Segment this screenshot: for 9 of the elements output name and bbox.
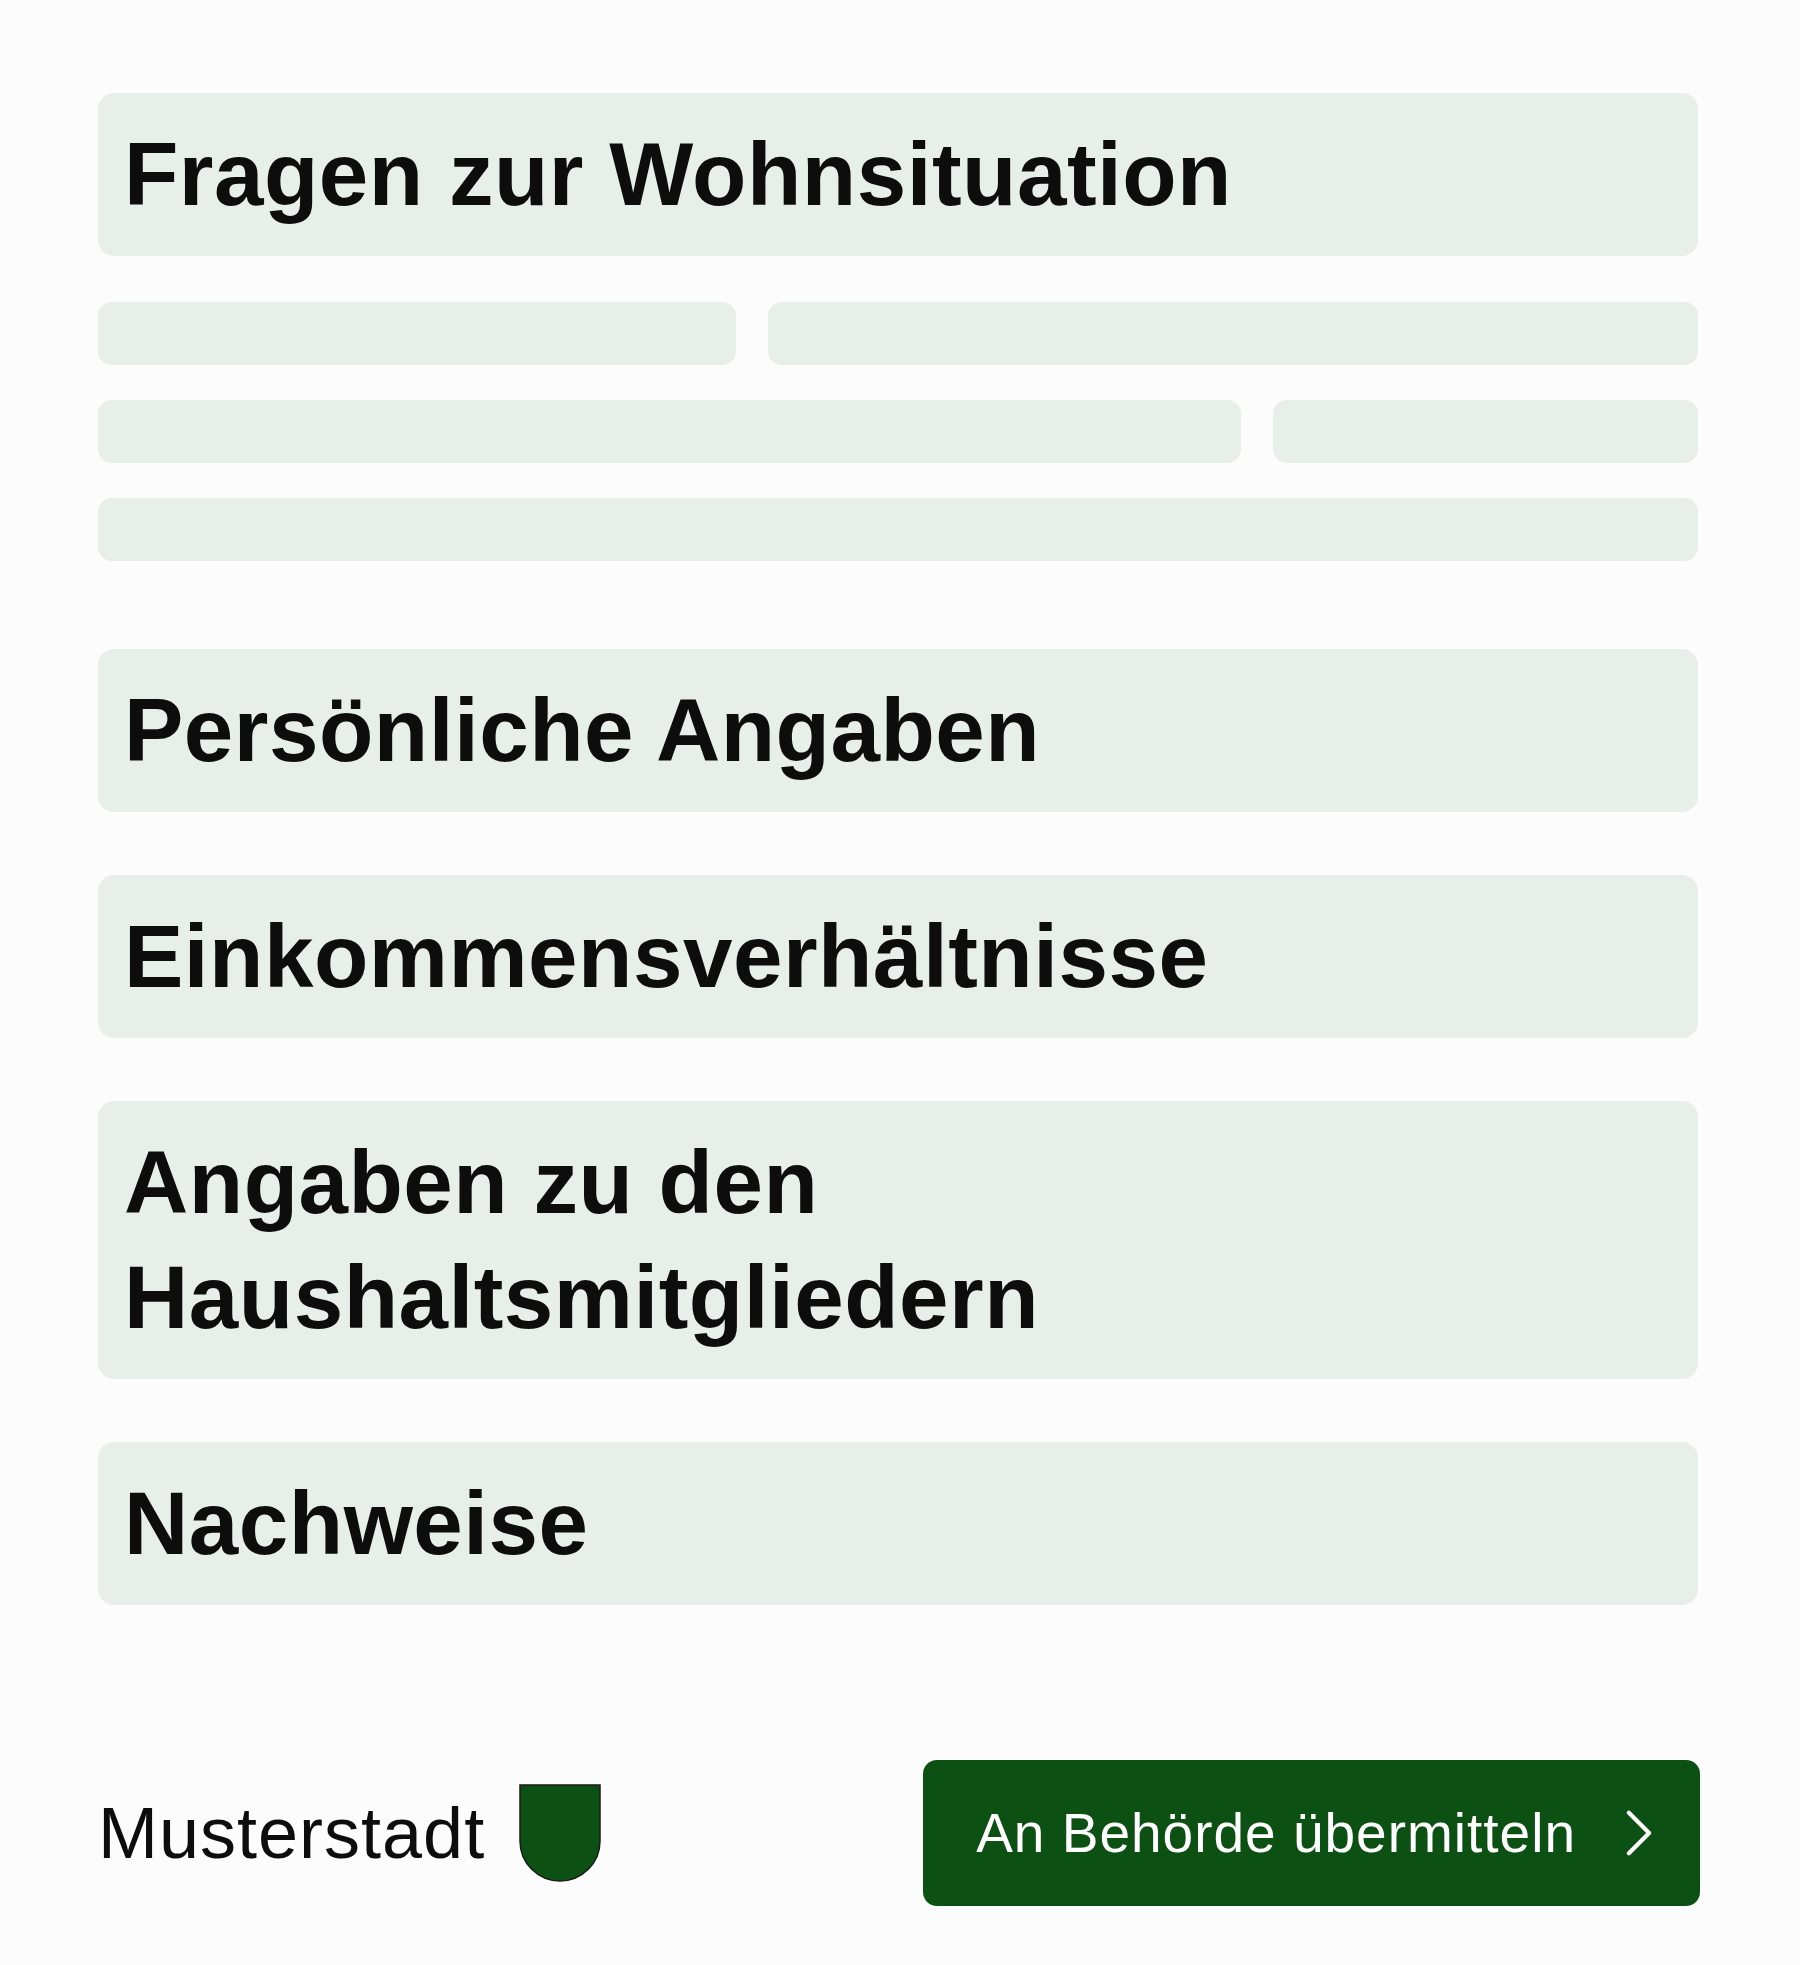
section-heading: Angaben zu den Haushaltsmitgliedern <box>98 1101 1698 1379</box>
chevron-right-icon <box>1626 1810 1652 1856</box>
section-heading: Nachweise <box>98 1442 1698 1605</box>
shield-icon <box>519 1784 602 1882</box>
section-heading: Einkommensverhältnisse <box>98 875 1698 1038</box>
submit-button[interactable]: An Behörde übermitteln <box>923 1760 1700 1906</box>
city-name: Musterstadt <box>98 1791 486 1875</box>
section-heading: Persönliche Angaben <box>98 649 1698 812</box>
section-heading: Fragen zur Wohnsituation <box>98 93 1698 256</box>
